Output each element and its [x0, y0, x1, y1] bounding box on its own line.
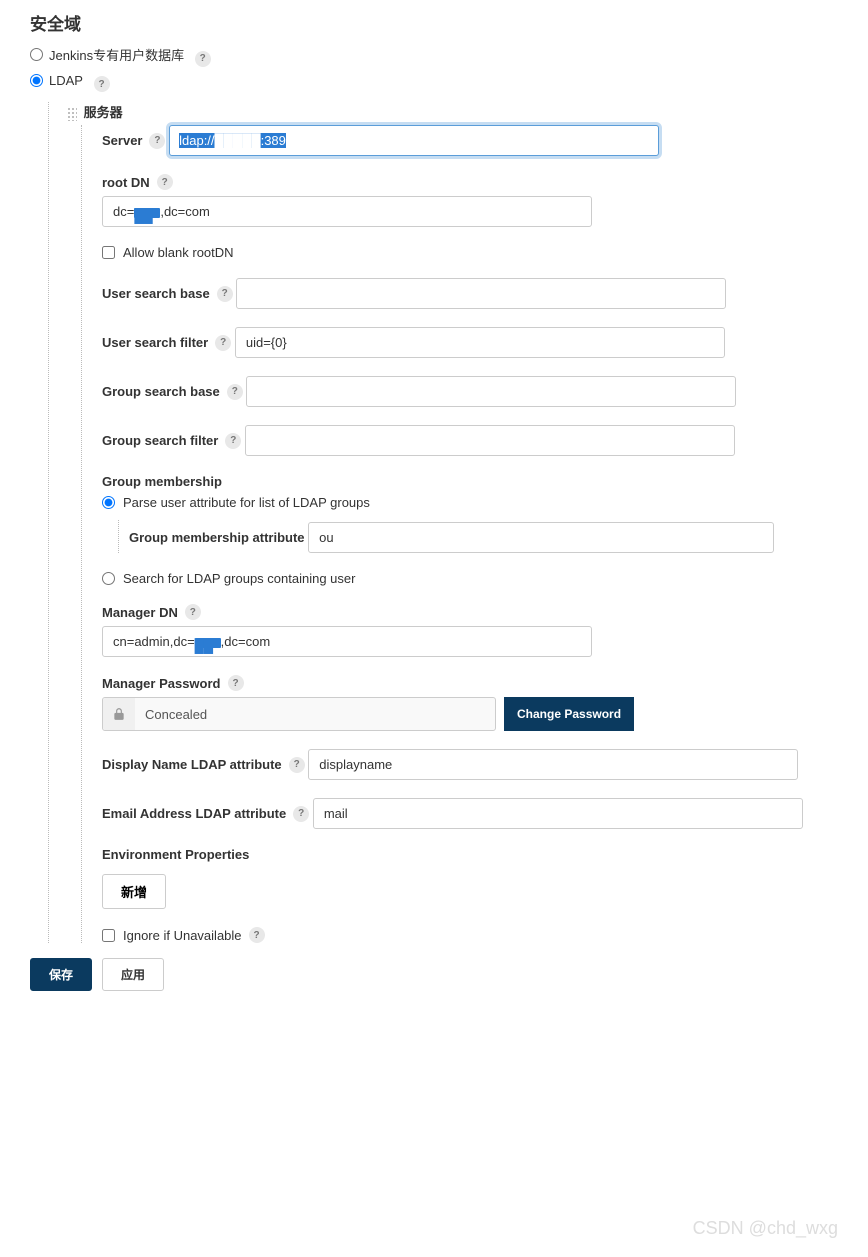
user-search-filter-input[interactable] [235, 327, 725, 358]
realm-radio-jenkins[interactable] [30, 48, 43, 61]
help-icon[interactable]: ? [293, 806, 309, 822]
group-search-label: Search for LDAP groups containing user [123, 571, 355, 586]
help-icon[interactable]: ? [249, 927, 265, 943]
lock-icon [103, 698, 135, 730]
section-title: 安全域 [30, 10, 838, 35]
group-parse-radio[interactable] [102, 496, 115, 509]
help-icon[interactable]: ? [228, 675, 244, 691]
server-input-wrap: ldap://█████:389 [169, 125, 659, 156]
realm-ldap-label: LDAP [49, 73, 83, 88]
help-icon[interactable]: ? [149, 133, 165, 149]
group-search-base-input[interactable] [246, 376, 736, 407]
user-search-filter-label: User search filter [102, 335, 208, 350]
save-button[interactable]: 保存 [30, 958, 92, 991]
realm-radio-jenkins-row: Jenkins专有用户数据库 ? [30, 45, 838, 67]
root-dn-label: root DN [102, 175, 150, 190]
drag-handle-icon[interactable] [67, 107, 77, 121]
help-icon[interactable]: ? [195, 51, 211, 67]
help-icon[interactable]: ? [94, 76, 110, 92]
email-attr-label: Email Address LDAP attribute [102, 806, 286, 821]
help-icon[interactable]: ? [289, 757, 305, 773]
group-membership-attr-label: Group membership attribute [129, 530, 305, 545]
add-env-button[interactable]: 新增 [102, 874, 166, 909]
realm-radio-ldap-row: LDAP ? [30, 73, 838, 93]
help-icon[interactable]: ? [185, 604, 201, 620]
group-search-filter-input[interactable] [245, 425, 735, 456]
allow-blank-rootdn-label: Allow blank rootDN [123, 245, 234, 260]
ignore-unavailable-checkbox[interactable] [102, 929, 115, 942]
change-password-button[interactable]: Change Password [504, 697, 634, 731]
help-icon[interactable]: ? [215, 335, 231, 351]
server-input[interactable]: ldap://█████:389 [169, 125, 659, 156]
user-search-base-input[interactable] [236, 278, 726, 309]
concealed-text: Concealed [135, 700, 217, 729]
allow-blank-rootdn-checkbox[interactable] [102, 246, 115, 259]
help-icon[interactable]: ? [227, 384, 243, 400]
apply-button[interactable]: 应用 [102, 958, 164, 991]
help-icon[interactable]: ? [157, 174, 173, 190]
group-search-base-label: Group search base [102, 384, 220, 399]
display-name-attr-input[interactable] [308, 749, 798, 780]
env-props-label: Environment Properties [102, 847, 249, 862]
server-header-cn: 服务器 [84, 105, 123, 120]
group-search-filter-label: Group search filter [102, 433, 218, 448]
password-display: Concealed [102, 697, 496, 731]
manager-password-label: Manager Password [102, 676, 221, 691]
email-attr-input[interactable] [313, 798, 803, 829]
realm-radio-ldap[interactable] [30, 74, 43, 87]
manager-dn-input[interactable]: cn=admin,dc=██,dc=com [102, 626, 592, 657]
watermark: CSDN @chd_wxg [693, 1218, 838, 1239]
help-icon[interactable]: ? [217, 286, 233, 302]
group-parse-label: Parse user attribute for list of LDAP gr… [123, 495, 370, 510]
server-header-row: 服务器 [67, 102, 838, 121]
group-search-radio[interactable] [102, 572, 115, 585]
realm-jenkins-label: Jenkins专有用户数据库 [49, 45, 184, 64]
display-name-attr-label: Display Name LDAP attribute [102, 757, 282, 772]
manager-dn-label: Manager DN [102, 605, 178, 620]
group-membership-label: Group membership [102, 474, 222, 489]
user-search-base-label: User search base [102, 286, 210, 301]
server-label: Server [102, 133, 142, 148]
root-dn-input[interactable]: dc=██,dc=com [102, 196, 592, 227]
group-membership-attr-input[interactable] [308, 522, 774, 553]
help-icon[interactable]: ? [225, 433, 241, 449]
ignore-unavailable-label: Ignore if Unavailable [123, 928, 242, 943]
